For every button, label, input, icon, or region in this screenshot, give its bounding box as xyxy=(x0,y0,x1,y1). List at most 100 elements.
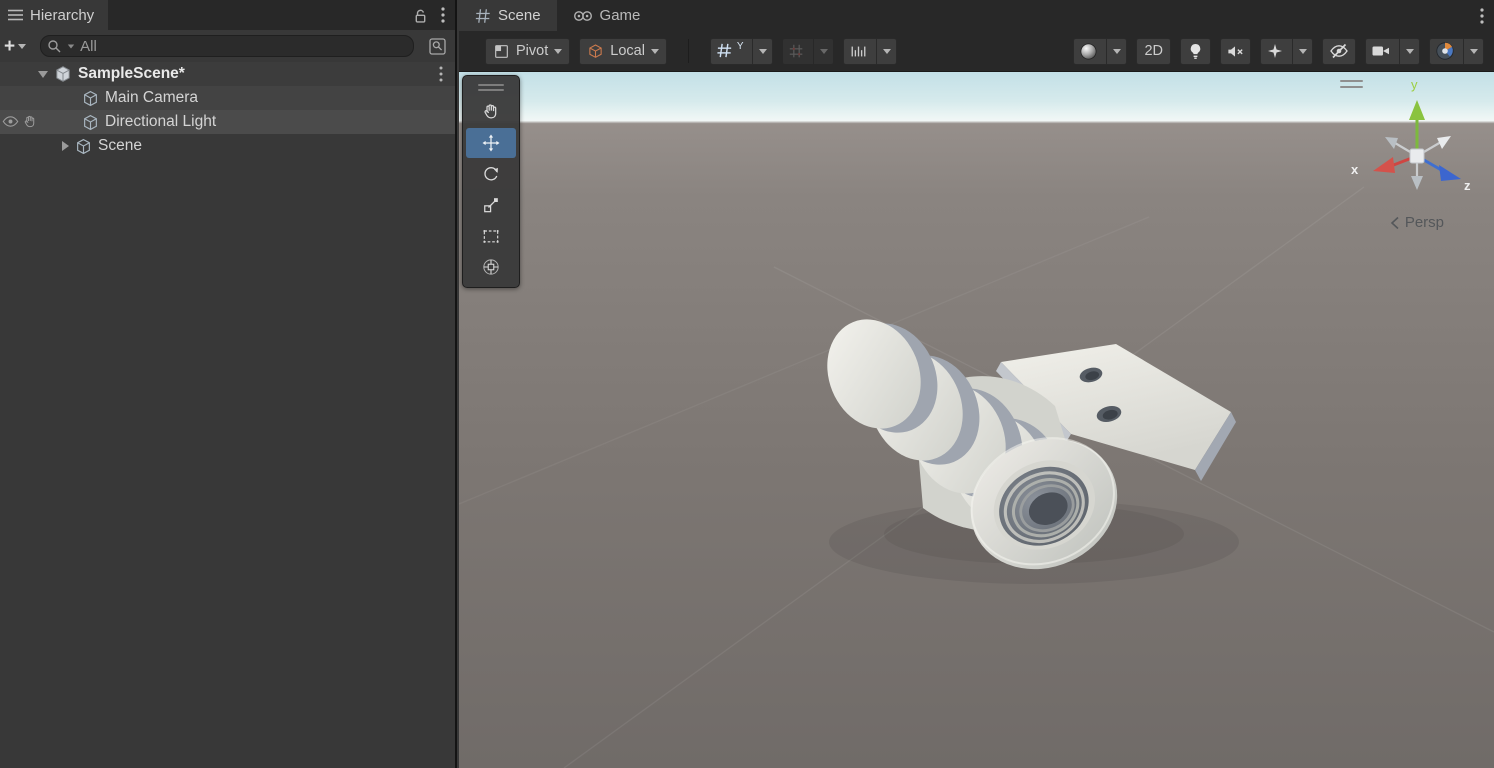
chevron-down-icon xyxy=(18,44,26,49)
model-3d-printed-part xyxy=(811,300,1239,592)
snap-increment-button[interactable] xyxy=(843,38,897,65)
scene-root-label: SampleScene* xyxy=(78,65,185,83)
scene-row-kebab-icon[interactable] xyxy=(439,66,443,82)
add-object-button[interactable]: + xyxy=(4,37,26,56)
tools-overlay-panel xyxy=(462,75,520,288)
tab-hierarchy[interactable]: Hierarchy xyxy=(0,0,108,30)
camera-icon xyxy=(1371,43,1391,59)
audio-muted-icon xyxy=(1226,43,1245,60)
overlay-drag-handle[interactable] xyxy=(463,79,519,95)
rect-tool-button[interactable] xyxy=(466,221,516,251)
unity-scene-icon xyxy=(54,65,72,83)
scale-icon xyxy=(481,195,501,215)
scene-panel: Scene Game xyxy=(459,0,1494,768)
scene-menu-kebab-icon[interactable] xyxy=(1480,8,1484,24)
rotate-tool-button[interactable] xyxy=(466,159,516,189)
tab-scene[interactable]: Scene xyxy=(459,0,557,31)
grid-visibility-button[interactable]: Y xyxy=(710,38,773,65)
draw-mode-dropdown-button[interactable] xyxy=(1073,38,1127,65)
hand-tool-button[interactable] xyxy=(466,97,516,127)
effects-sparkle-icon xyxy=(1266,42,1284,60)
scene-tabbar: Scene Game xyxy=(459,0,1494,31)
scene-lighting-button[interactable] xyxy=(1180,38,1211,65)
pivot-dropdown-button[interactable]: Pivot xyxy=(485,38,570,65)
axis-x-label[interactable]: x xyxy=(1351,162,1358,177)
tree-item-label: Main Camera xyxy=(105,89,198,107)
hamburger-icon xyxy=(8,9,23,21)
tree-row-directional-light[interactable]: Directional Light xyxy=(0,110,455,134)
gameobject-cube-icon xyxy=(82,90,99,107)
transform-tool-button[interactable] xyxy=(466,252,516,282)
tab-game[interactable]: Game xyxy=(557,0,657,31)
grid-icon xyxy=(716,42,734,60)
camera-settings-button[interactable] xyxy=(1365,38,1420,65)
chevron-down-icon xyxy=(759,49,767,54)
handle-rotation-label: Local xyxy=(610,43,645,59)
hierarchy-tree: SampleScene* Main Camera xyxy=(0,62,455,158)
gizmo-dropdown-zone[interactable] xyxy=(1463,39,1478,64)
chevron-down-icon xyxy=(883,49,891,54)
effects-dropdown-zone[interactable] xyxy=(1292,39,1307,64)
axis-z-label[interactable]: z xyxy=(1464,178,1471,193)
scene-camera-gizmo-button[interactable] xyxy=(1429,38,1484,65)
pickability-hand-icon[interactable] xyxy=(22,114,38,130)
rect-tool-icon xyxy=(481,226,501,246)
lock-icon[interactable] xyxy=(412,7,429,24)
ruler-icon xyxy=(849,43,868,60)
chevron-down-icon xyxy=(651,49,659,54)
mode-2d-label: 2D xyxy=(1144,43,1163,59)
foldout-closed-icon[interactable] xyxy=(62,141,69,151)
foldout-open-icon[interactable] xyxy=(38,71,48,78)
hand-icon xyxy=(481,102,501,122)
search-window-icon[interactable] xyxy=(428,37,447,56)
hierarchy-menu-kebab-icon[interactable] xyxy=(441,7,445,23)
snap-toggle-button[interactable] xyxy=(782,38,834,65)
handle-rotation-dropdown-button[interactable]: Local xyxy=(579,38,667,65)
tree-row-main-camera[interactable]: Main Camera xyxy=(0,86,455,110)
orientation-gizmo[interactable]: y x z xyxy=(1349,78,1479,218)
grid-dropdown-zone[interactable] xyxy=(752,39,767,64)
search-placeholder: All xyxy=(80,38,97,55)
scene-camera-sphere-icon xyxy=(1435,41,1455,61)
scene-viewport[interactable]: y x z Persp xyxy=(459,72,1494,768)
unity-editor-window: Hierarchy + xyxy=(0,0,1494,768)
chevron-down-icon xyxy=(820,49,828,54)
snap-grid-icon xyxy=(788,43,805,60)
increment-dropdown-zone[interactable] xyxy=(876,39,891,64)
hierarchy-toolbar: + All xyxy=(0,30,455,62)
scene-canvas[interactable] xyxy=(459,72,1494,768)
gameobject-cube-icon xyxy=(82,114,99,131)
local-cube-icon xyxy=(587,43,604,60)
projection-label: Persp xyxy=(1405,214,1444,231)
scale-tool-button[interactable] xyxy=(466,190,516,220)
grid-axis-label: Y xyxy=(737,41,744,52)
rotate-icon xyxy=(481,164,501,184)
pivot-label: Pivot xyxy=(516,43,548,59)
mode-2d-button[interactable]: 2D xyxy=(1136,38,1171,65)
search-icon xyxy=(47,39,62,54)
overlay-collapsed-handle[interactable] xyxy=(1340,80,1363,88)
tree-row-scene-root[interactable]: SampleScene* xyxy=(0,62,455,86)
snap-dropdown-zone[interactable] xyxy=(813,39,828,64)
draw-mode-dropdown-zone[interactable] xyxy=(1106,39,1121,64)
move-icon xyxy=(481,133,501,153)
hierarchy-tab-label: Hierarchy xyxy=(30,7,94,24)
visibility-eye-icon[interactable] xyxy=(2,114,19,129)
persp-collapse-icon xyxy=(1390,216,1399,230)
scene-tab-label: Scene xyxy=(498,7,541,24)
scene-toolbar: Pivot Local Y xyxy=(459,31,1494,72)
scene-visibility-button[interactable] xyxy=(1322,38,1356,65)
scene-effects-button[interactable] xyxy=(1260,38,1313,65)
game-view-icon xyxy=(573,9,593,23)
projection-toggle[interactable]: Persp xyxy=(1390,214,1444,231)
scene-audio-button[interactable] xyxy=(1220,38,1251,65)
move-tool-button[interactable] xyxy=(466,128,516,158)
axis-y-label[interactable]: y xyxy=(1411,77,1418,92)
tree-row-scene-object[interactable]: Scene xyxy=(0,134,455,158)
game-tab-label: Game xyxy=(600,7,641,24)
hierarchy-tabbar: Hierarchy xyxy=(0,0,455,30)
scene-toolbar-right: 2D xyxy=(1073,38,1486,65)
camera-dropdown-zone[interactable] xyxy=(1399,39,1414,64)
search-input[interactable]: All xyxy=(40,35,414,57)
eye-crossed-icon xyxy=(1328,41,1350,61)
